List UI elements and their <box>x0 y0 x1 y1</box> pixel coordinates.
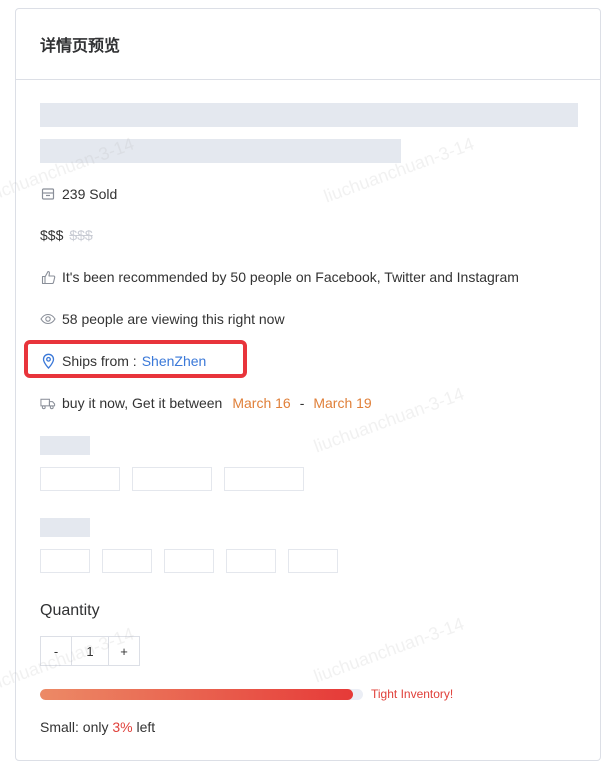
option-2-5[interactable] <box>288 549 338 573</box>
delivery-row: buy it now, Get it between March 16 - Ma… <box>40 395 372 411</box>
inventory-progress-bar <box>40 689 363 700</box>
recommend-row: It's been recommended by 50 people on Fa… <box>40 269 519 285</box>
viewing-text: 58 people are viewing this right now <box>62 311 285 327</box>
truck-icon <box>40 395 56 411</box>
quantity-value[interactable]: 1 <box>71 637 109 665</box>
inventory-progress-fill <box>40 689 354 700</box>
eye-icon <box>40 311 56 327</box>
stock-remaining-text: Small: only 3% left <box>40 719 155 735</box>
title-skeleton-line-1 <box>40 103 578 127</box>
quantity-stepper[interactable]: - 1 + <box>40 636 140 666</box>
title-skeleton-line-2 <box>40 139 401 163</box>
ships-from-row: Ships from : ShenZhen <box>40 353 206 369</box>
original-price: $$$ <box>69 227 93 243</box>
option-group-1-label <box>40 436 90 455</box>
delivery-separator: - <box>299 395 305 411</box>
ships-from-label: Ships from : <box>62 353 137 369</box>
viewing-row: 58 people are viewing this right now <box>40 311 285 327</box>
stock-suffix: left <box>136 719 156 735</box>
option-2-4[interactable] <box>226 549 276 573</box>
quantity-increase-button[interactable]: + <box>109 637 139 665</box>
option-1-1[interactable] <box>40 467 120 491</box>
ships-from-location: ShenZhen <box>141 353 207 369</box>
stock-percent: 3% <box>112 719 133 735</box>
stock-prefix: Small: only <box>40 719 109 735</box>
card-title: 详情页预览 <box>16 9 600 80</box>
recommend-text: It's been recommended by 50 people on Fa… <box>62 269 519 285</box>
detail-preview-card: 详情页预览 239 Sold $$$ $$$ It's been recomme… <box>15 8 601 761</box>
thumbs-up-icon <box>40 269 56 285</box>
sold-row: 239 Sold <box>40 186 117 202</box>
delivery-start-date: March 16 <box>232 395 291 411</box>
quantity-label: Quantity <box>40 602 100 619</box>
option-2-3[interactable] <box>164 549 214 573</box>
inventory-status-label: Tight Inventory! <box>371 687 454 701</box>
sold-text: 239 Sold <box>62 186 118 202</box>
current-price: $$$ <box>40 227 64 243</box>
quantity-decrease-button[interactable]: - <box>41 637 71 665</box>
option-1-2[interactable] <box>132 467 212 491</box>
delivery-end-date: March 19 <box>313 395 372 411</box>
option-group-2-label <box>40 518 90 537</box>
location-pin-icon <box>40 353 56 369</box>
option-2-1[interactable] <box>40 549 90 573</box>
option-1-3[interactable] <box>224 467 304 491</box>
box-icon <box>40 186 56 202</box>
option-2-2[interactable] <box>102 549 152 573</box>
price-row: $$$ $$$ <box>40 227 93 243</box>
delivery-prefix: buy it now, Get it between <box>62 395 223 411</box>
